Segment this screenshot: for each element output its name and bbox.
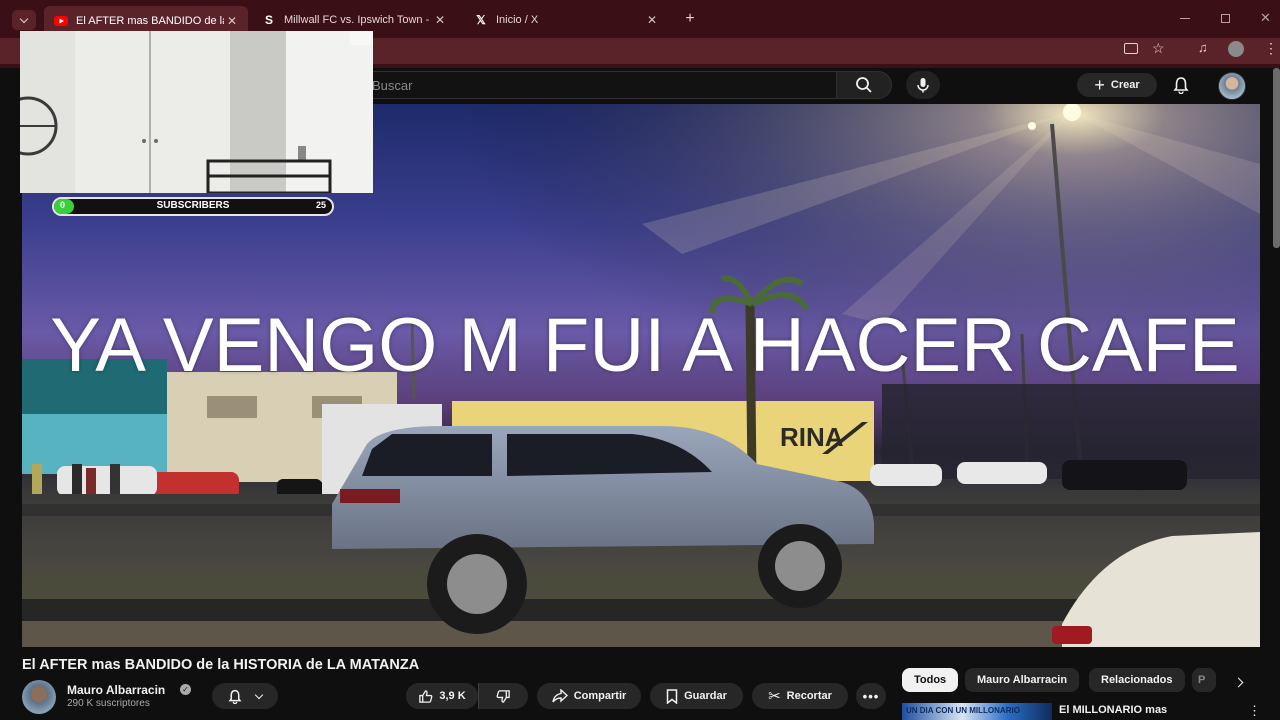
tab-title: Inicio / X [496, 14, 539, 26]
plus-icon: + [1094, 75, 1105, 95]
chip-todos[interactable]: Todos [902, 668, 959, 692]
thumbs-down-icon [496, 689, 510, 703]
bell-icon [228, 689, 242, 704]
tab-search-button[interactable] [12, 10, 36, 30]
create-button[interactable]: + Crear [1077, 73, 1157, 97]
subscriber-goal-count: 25 [315, 200, 326, 210]
tab-title: Millwall FC vs. Ipswich Town - S [284, 14, 432, 26]
browser-menu-icon[interactable]: ⋮ [1264, 41, 1278, 55]
related-video-title[interactable]: El MILLONARIO mas [1059, 704, 1167, 716]
chevron-down-icon [19, 14, 29, 23]
chevron-right-icon [1233, 677, 1243, 687]
chip-relacionados[interactable]: Relacionados [1089, 668, 1185, 692]
channel-name[interactable]: Mauro Albarracin [67, 683, 165, 697]
chevron-down-icon [254, 690, 264, 699]
more-actions-button[interactable]: ••• [856, 683, 886, 709]
x-icon: 𝕏 [476, 13, 486, 27]
more-horizontal-icon: ••• [862, 688, 880, 704]
search-button[interactable] [836, 71, 892, 99]
bell-icon [1173, 77, 1189, 94]
chips-next-button[interactable] [1226, 670, 1250, 694]
minimize-icon[interactable] [1180, 18, 1190, 19]
cast-icon[interactable] [1124, 43, 1138, 54]
subscriber-count: 290 K suscriptores [67, 698, 150, 709]
media-controls-icon[interactable]: ♫ [1198, 40, 1208, 55]
subscriber-goal-label: SUBSCRIBERS [156, 200, 230, 211]
new-tab-button[interactable]: + [681, 10, 699, 28]
create-label: Crear [1110, 79, 1140, 91]
video-title: El AFTER mas BANDIDO de la HISTORIA de L… [22, 657, 420, 673]
subscriber-goal-bar: 0 SUBSCRIBERS 25 [52, 197, 334, 216]
close-icon[interactable]: ✕ [432, 13, 448, 27]
bookmark-star-icon[interactable]: ☆ [1152, 40, 1165, 57]
browser-tab-x[interactable]: 𝕏 Inicio / X ✕ [464, 8, 668, 32]
account-avatar[interactable] [1218, 72, 1246, 100]
page-scrollbar[interactable] [1273, 68, 1280, 248]
close-icon[interactable]: ✕ [224, 14, 240, 28]
dislike-button[interactable] [478, 683, 528, 709]
thumbs-up-icon [419, 689, 433, 703]
share-icon [552, 689, 568, 703]
voice-search-button[interactable] [906, 71, 940, 99]
notifications-button[interactable] [1170, 74, 1192, 96]
restore-icon[interactable] [1221, 14, 1230, 23]
youtube-icon [54, 14, 68, 28]
bookmark-icon [666, 688, 678, 704]
profile-avatar-icon[interactable] [1228, 41, 1244, 57]
save-label: Guardar [684, 690, 727, 702]
video-caption-overlay: YA VENGO M FUI A HACER CAFE [50, 303, 1240, 388]
search-input[interactable] [372, 76, 822, 94]
share-label: Compartir [573, 690, 627, 702]
microphone-icon [917, 78, 929, 93]
chip-more[interactable]: P [1192, 668, 1216, 692]
channel-avatar[interactable] [22, 680, 56, 714]
webcam-overlay [20, 31, 373, 193]
tab-title: El AFTER mas BANDIDO de la H [76, 15, 224, 27]
share-button[interactable]: Compartir [537, 683, 641, 709]
related-thumbnail-text: UN DIA CON UN MILLONARIO [906, 706, 1020, 715]
verified-badge-icon: ✓ [180, 684, 191, 695]
like-count: 3,9 K [439, 690, 466, 702]
search-icon [856, 77, 872, 93]
close-window-icon[interactable]: ✕ [1260, 10, 1274, 26]
browser-tab-sofascore[interactable]: S Millwall FC vs. Ipswich Town - S ✕ [252, 8, 456, 32]
related-video-thumbnail[interactable]: UN DIA CON UN MILLONARIO [902, 703, 1052, 720]
webcam-scene [20, 31, 373, 193]
related-more-icon[interactable]: ⋮ [1248, 704, 1261, 718]
like-button[interactable]: 3,9 K [406, 683, 478, 709]
save-button[interactable]: Guardar [650, 683, 743, 709]
sofascore-icon: S [264, 13, 273, 27]
chip-channel[interactable]: Mauro Albarracin [965, 668, 1080, 692]
clip-label: Recortar [786, 690, 832, 702]
close-icon[interactable]: ✕ [644, 13, 660, 27]
scissors-icon: ✂ [768, 688, 781, 705]
subscription-bell-button[interactable] [212, 683, 278, 709]
clip-button[interactable]: ✂ Recortar [752, 683, 848, 709]
